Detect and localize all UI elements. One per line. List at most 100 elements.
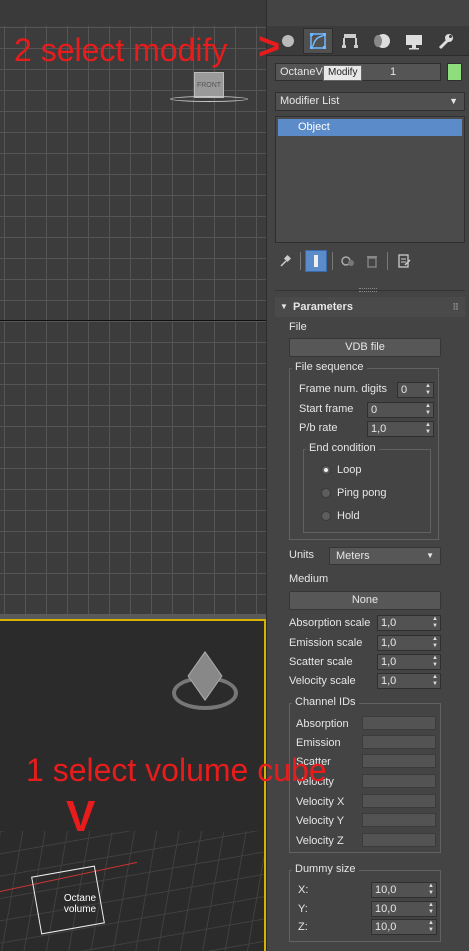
velocity-scale-label: Velocity scale	[289, 675, 356, 687]
utilities-icon	[438, 34, 453, 50]
modify-icon	[310, 33, 326, 49]
start-frame-value: 0	[371, 404, 378, 416]
start-frame-label: Start frame	[299, 403, 354, 415]
modifier-list-label: Modifier List	[280, 95, 340, 107]
spinner-arrows-icon[interactable]: ▲ ▼	[428, 920, 434, 934]
velocity-scale-value: 1,0	[381, 675, 397, 687]
tab-utilities[interactable]	[431, 28, 461, 54]
scatter-scale-label: Scatter scale	[289, 656, 353, 668]
frame-digits-spinner[interactable]: 0 ▲ ▼	[397, 382, 434, 398]
channel-velocity-x-field[interactable]	[362, 794, 436, 808]
spinner-arrows-icon[interactable]: ▲ ▼	[428, 883, 434, 897]
spinner-arrows-icon[interactable]: ▲ ▼	[432, 636, 438, 650]
scatter-scale-spinner[interactable]: 1,0 ▲ ▼	[377, 654, 441, 670]
viewport-header	[0, 0, 266, 26]
dummy-z-spinner[interactable]: 10,0 ▲ ▼	[371, 919, 437, 935]
loop-radio[interactable]	[321, 465, 331, 475]
tab-hierarchy[interactable]	[335, 28, 365, 54]
tab-display[interactable]	[399, 28, 429, 54]
annotation-select-volume-cube: 1 select volume cube	[26, 752, 327, 788]
command-panel: OctaneVo 1 Modify Modifier List ▼ Object …	[266, 0, 469, 951]
dummy-z-value: 10,0	[375, 921, 397, 933]
configure-icon	[398, 254, 411, 268]
show-end-result-button[interactable]	[305, 250, 327, 272]
dummy-z-label: Z:	[298, 921, 308, 933]
channel-emission-field[interactable]	[362, 735, 436, 749]
stack-item-object[interactable]: Object	[278, 119, 462, 136]
file-sequence-title: File sequence	[292, 361, 367, 373]
emission-scale-label: Emission scale	[289, 637, 363, 649]
dummy-y-spinner[interactable]: 10,0 ▲ ▼	[371, 901, 437, 917]
create-icon	[282, 35, 294, 47]
motion-icon	[374, 34, 390, 48]
show-end-result-icon	[314, 255, 318, 267]
absorption-scale-spinner[interactable]: 1,0 ▲ ▼	[377, 615, 441, 631]
hierarchy-icon	[342, 34, 358, 48]
object-color-swatch[interactable]	[447, 63, 462, 81]
channel-ids-title: Channel IDs	[292, 696, 359, 708]
emission-scale-value: 1,0	[381, 637, 397, 649]
velocity-scale-spinner[interactable]: 1,0 ▲ ▼	[377, 673, 441, 689]
ping-pong-label: Ping pong	[337, 487, 387, 499]
spinner-arrows-icon[interactable]: ▲ ▼	[428, 902, 434, 916]
pb-rate-spinner[interactable]: 1,0 ▲ ▼	[367, 421, 434, 437]
units-dropdown[interactable]: Meters ▼	[329, 547, 441, 565]
channel-velocity-z-field[interactable]	[362, 833, 436, 847]
emission-scale-spinner[interactable]: 1,0 ▲ ▼	[377, 635, 441, 651]
collapse-triangle-icon: ▼	[280, 302, 288, 311]
spinner-arrows-icon[interactable]: ▲ ▼	[432, 674, 438, 688]
spinner-arrows-icon[interactable]: ▲ ▼	[425, 383, 431, 397]
annotation-arrow-down: V	[66, 792, 96, 841]
dummy-x-spinner[interactable]: 10,0 ▲ ▼	[371, 882, 437, 898]
remove-modifier-button[interactable]	[361, 250, 383, 272]
chevron-down-icon: ▼	[426, 551, 434, 560]
channel-absorption-label: Absorption	[296, 718, 349, 730]
modifier-list-dropdown[interactable]: Modifier List ▼	[275, 92, 465, 111]
viewcube[interactable]: FRONT	[194, 72, 224, 98]
parameters-rollout-header[interactable]: ▼ Parameters ⠿	[275, 297, 465, 317]
stack-toolbar	[275, 250, 465, 272]
vdb-file-button[interactable]: VDB file	[289, 338, 441, 357]
channel-velocity-y-field[interactable]	[362, 813, 436, 827]
object-name-suffix: 1	[390, 66, 397, 78]
spinner-arrows-icon[interactable]: ▲ ▼	[432, 655, 438, 669]
medium-button[interactable]: None	[289, 591, 441, 610]
channel-emission-label: Emission	[296, 737, 341, 749]
channel-absorption-field[interactable]	[362, 716, 436, 730]
configure-modifier-sets-button[interactable]	[393, 250, 415, 272]
world-axis-line	[0, 320, 266, 321]
resize-grip[interactable]	[359, 288, 377, 292]
loop-label: Loop	[337, 464, 362, 476]
top-viewport[interactable]: FRONT	[0, 0, 266, 614]
spinner-arrows-icon[interactable]: ▲ ▼	[425, 422, 431, 436]
frame-digits-value: 0	[401, 384, 408, 396]
object-name-text: OctaneVo	[280, 66, 329, 78]
rollout-title: Parameters	[293, 301, 353, 313]
ping-pong-radio[interactable]	[321, 488, 331, 498]
volume-label-line2: volume	[63, 904, 97, 915]
modifier-stack[interactable]: Object	[275, 116, 465, 243]
annotation-arrow-right: >	[258, 26, 281, 68]
scatter-scale-value: 1,0	[381, 656, 397, 668]
spinner-arrows-icon[interactable]: ▲ ▼	[425, 403, 431, 417]
pin-stack-button[interactable]	[275, 250, 297, 272]
channel-scatter-field[interactable]	[362, 754, 436, 768]
start-frame-spinner[interactable]: 0 ▲ ▼	[367, 402, 434, 418]
toolbar-divider	[332, 252, 333, 270]
hold-label: Hold	[337, 510, 360, 522]
pin-icon	[280, 254, 292, 267]
viewcube-ring[interactable]	[170, 96, 248, 102]
hold-radio[interactable]	[321, 511, 331, 521]
make-unique-button[interactable]	[337, 250, 359, 272]
drag-handle-icon: ⠿	[452, 302, 459, 312]
tab-motion[interactable]	[367, 28, 397, 54]
tab-modify[interactable]	[303, 28, 333, 54]
channel-velocity-field[interactable]	[362, 774, 436, 788]
octane-volume-label: Octane volume	[58, 893, 102, 915]
volume-label-line1: Octane	[63, 893, 97, 904]
units-value: Meters	[336, 550, 370, 562]
make-unique-icon	[341, 256, 354, 266]
display-icon	[406, 35, 422, 50]
spinner-arrows-icon[interactable]: ▲ ▼	[432, 616, 438, 630]
dummy-y-label: Y:	[298, 903, 308, 915]
